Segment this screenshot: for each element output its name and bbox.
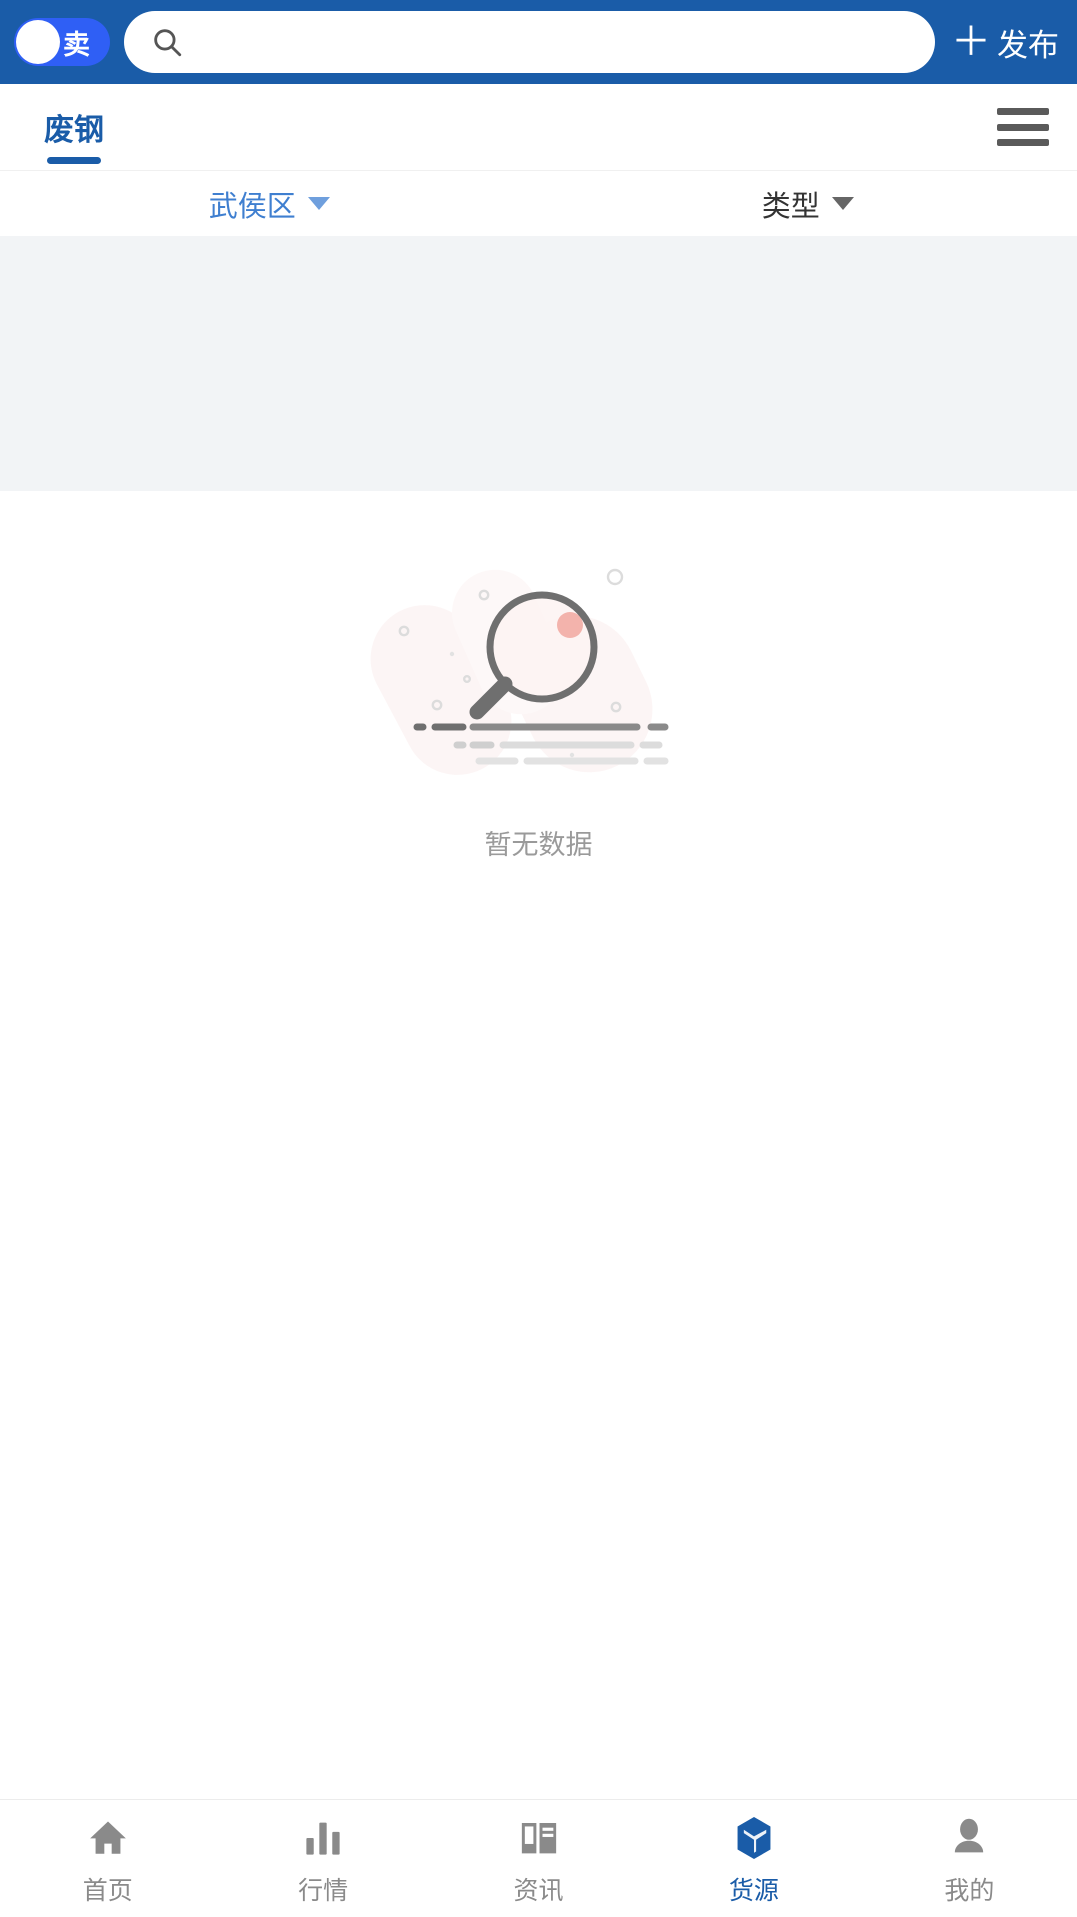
bottom-navigation-bar: 首页 行情 资讯 货源 我的 xyxy=(0,1799,1077,1917)
sell-toggle-label: 卖 xyxy=(63,29,90,60)
search-input[interactable] xyxy=(196,26,909,58)
filter-type-label: 类型 xyxy=(761,190,820,223)
nav-item-home[interactable]: 首页 xyxy=(0,1814,215,1907)
filter-bar: 武侯区 类型 xyxy=(0,170,1077,236)
hamburger-menu-icon[interactable] xyxy=(997,108,1049,146)
nav-item-supply[interactable]: 货源 xyxy=(646,1814,861,1907)
nav-label: 货源 xyxy=(728,1877,779,1905)
empty-state: 暂无数据 xyxy=(0,559,1077,862)
home-icon xyxy=(86,1814,130,1862)
chevron-down-icon xyxy=(307,197,330,210)
user-profile-icon xyxy=(948,1814,990,1862)
book-news-icon xyxy=(517,1814,561,1862)
nav-label: 首页 xyxy=(82,1877,133,1905)
banner-placeholder xyxy=(0,236,1077,491)
nav-item-profile[interactable]: 我的 xyxy=(862,1814,1077,1907)
hamburger-bar xyxy=(997,139,1049,146)
hamburger-bar xyxy=(997,108,1049,115)
tab-label: 废钢 xyxy=(44,114,104,147)
nav-label: 行情 xyxy=(298,1877,349,1905)
search-bar[interactable] xyxy=(124,11,935,73)
tab-feigang[interactable]: 废钢 xyxy=(40,84,108,170)
toggle-knob-icon xyxy=(16,20,60,64)
app-screen: 卖 ＋ 发布 废钢 武侯区 类型 暂无数据 首页 行情 资讯 货源 我的 xyxy=(0,0,1077,1917)
bar-chart-icon xyxy=(302,1814,344,1862)
search-icon xyxy=(154,29,182,57)
nav-item-news[interactable]: 资讯 xyxy=(431,1814,646,1907)
nav-label: 资讯 xyxy=(513,1877,564,1905)
nav-item-market[interactable]: 行情 xyxy=(215,1814,430,1907)
top-bar: 卖 ＋ 发布 xyxy=(0,0,1077,84)
hamburger-bar xyxy=(997,123,1049,131)
empty-state-text: 暂无数据 xyxy=(484,830,593,860)
category-tab-bar: 废钢 xyxy=(0,84,1077,170)
box-cube-icon xyxy=(733,1814,775,1862)
publish-label: 发布 xyxy=(997,27,1059,63)
tab-list: 废钢 xyxy=(40,84,142,170)
nav-label: 我的 xyxy=(944,1877,995,1905)
publish-button[interactable]: ＋ 发布 xyxy=(951,20,1059,65)
filter-district[interactable]: 武侯区 xyxy=(0,183,539,225)
sell-mode-toggle[interactable]: 卖 xyxy=(14,18,110,66)
magnifier-no-data-illustration xyxy=(370,568,668,775)
chevron-down-icon xyxy=(831,197,854,210)
filter-type[interactable]: 类型 xyxy=(539,183,1077,225)
plus-icon: ＋ xyxy=(951,20,991,64)
listing-content-area: 暂无数据 xyxy=(0,491,1077,1799)
filter-district-label: 武侯区 xyxy=(208,190,296,223)
